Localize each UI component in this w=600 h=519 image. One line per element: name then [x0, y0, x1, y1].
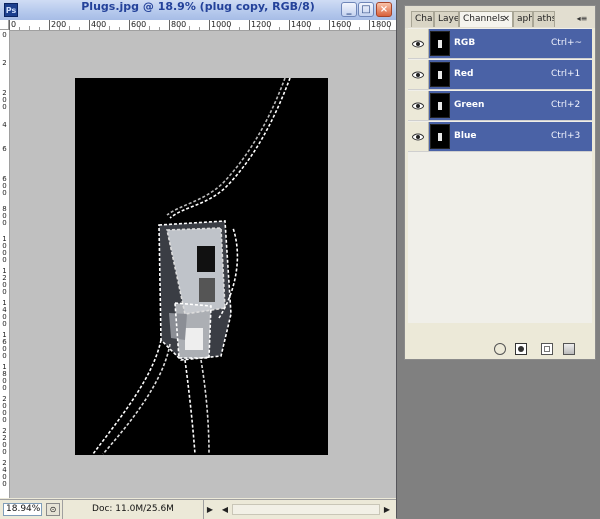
ruler-left-label: 200 [2, 89, 7, 111]
channel-row-green[interactable]: Green Ctrl+2 [408, 91, 592, 121]
plug-artwork [159, 221, 231, 360]
ruler-left-label: 800 [2, 205, 7, 227]
visibility-eye-icon[interactable] [408, 91, 429, 120]
ruler-top-label: 1200 [251, 20, 272, 29]
channel-row-blue[interactable]: Blue Ctrl+3 [408, 122, 592, 152]
visibility-eye-icon[interactable] [408, 122, 429, 151]
ruler-left-label: 1200 [2, 267, 7, 296]
ruler-left-label: 2 [2, 59, 7, 67]
channel-name: Green [454, 100, 485, 110]
channels-panel: Char Laye Channels × aph aths ◂≡ RGB Ctr… [404, 5, 596, 360]
tab-channels[interactable]: Channels × [459, 11, 513, 27]
zoom-level-field[interactable]: 18.94% [3, 503, 42, 516]
ruler-top-label: 1400 [291, 20, 312, 29]
document-image[interactable] [75, 77, 328, 455]
ruler-left-label: 2200 [2, 427, 7, 456]
status-bar: 18.94% ⊙ Doc: 11.0M/25.6M ▶ ◀ ▶ [0, 499, 396, 519]
ruler-top-label: 0 [11, 20, 17, 29]
panel-menu-icon[interactable]: ◂≡ [571, 11, 593, 26]
save-selection-icon[interactable] [515, 343, 527, 355]
tab-layers[interactable]: Laye [434, 11, 459, 27]
horizontal-scrollbar[interactable] [232, 504, 380, 515]
title-bar[interactable]: Ps Plugs.jpg @ 18.9% (plug copy, RGB/8) … [0, 0, 396, 21]
channel-row-rgb[interactable]: RGB Ctrl+~ [408, 29, 592, 59]
status-options-button[interactable]: ⊙ [46, 503, 60, 516]
ruler-left-label: 1800 [2, 363, 7, 392]
panel-footer [405, 340, 595, 359]
ruler-origin[interactable] [0, 20, 9, 30]
tab-close-icon[interactable]: × [502, 12, 510, 27]
ruler-left-label: 600 [2, 175, 7, 197]
maximize-button[interactable]: □ [358, 2, 374, 17]
channel-shortcut: Ctrl+2 [551, 100, 581, 110]
ruler-left-label: 2000 [2, 395, 7, 424]
tab-character[interactable]: Char [411, 11, 434, 27]
new-channel-icon[interactable] [541, 343, 553, 355]
ruler-left-label: 6 [2, 145, 7, 153]
ruler-top-label: 1000 [211, 20, 232, 29]
load-selection-icon[interactable] [494, 343, 506, 355]
channel-row-red[interactable]: Red Ctrl+1 [408, 60, 592, 90]
tab-channels-label: Channels [463, 14, 505, 24]
channel-thumbnail [430, 31, 450, 56]
ruler-top-label: 600 [131, 20, 147, 29]
horizontal-ruler[interactable]: 0 200 400 600 800 1000 1200 1400 1600 18… [9, 20, 396, 31]
ruler-left-label: 2400 [2, 459, 7, 488]
image-canvas[interactable] [75, 77, 328, 455]
channel-thumbnail [430, 93, 450, 118]
ruler-left-label: 4 [2, 121, 7, 129]
channel-shortcut: Ctrl+3 [551, 131, 581, 141]
channel-name: Blue [454, 131, 477, 141]
channel-thumbnail [430, 124, 450, 149]
document-size-info[interactable]: Doc: 11.0M/25.6M [62, 500, 204, 519]
canvas-area[interactable] [10, 31, 396, 498]
ruler-top-label: 1800 [371, 20, 392, 29]
ruler-left-label: 1000 [2, 235, 7, 264]
scroll-left-icon[interactable]: ◀ [219, 503, 231, 516]
vertical-ruler[interactable]: 0 2 200 4 6 600 800 1000 1200 1400 1600 … [0, 30, 10, 498]
channel-shortcut: Ctrl+1 [551, 69, 581, 79]
tab-paths[interactable]: aths [533, 11, 555, 27]
channel-list: RGB Ctrl+~ Red Ctrl+1 Green Ctrl+2 Blue [408, 28, 592, 323]
channel-shortcut: Ctrl+~ [551, 38, 583, 48]
ruler-top-label: 1600 [331, 20, 352, 29]
close-button[interactable]: × [376, 2, 392, 17]
status-menu-arrow-icon[interactable]: ▶ [204, 503, 216, 516]
ruler-left-label: 0 [2, 31, 7, 39]
panel-tab-bar: Char Laye Channels × aph aths ◂≡ [405, 6, 595, 28]
ruler-top-label: 800 [171, 20, 187, 29]
ruler-left-label: 1600 [2, 331, 7, 360]
scroll-right-icon[interactable]: ▶ [381, 503, 393, 516]
trash-icon[interactable] [563, 343, 575, 355]
document-window: Ps Plugs.jpg @ 18.9% (plug copy, RGB/8) … [0, 0, 397, 519]
window-title: Plugs.jpg @ 18.9% (plug copy, RGB/8) [81, 0, 315, 13]
channel-name: RGB [454, 38, 476, 48]
tab-paragraph[interactable]: aph [513, 11, 533, 27]
channel-name: Red [454, 69, 474, 79]
visibility-eye-icon[interactable] [408, 29, 429, 58]
visibility-eye-icon[interactable] [408, 60, 429, 89]
ruler-top-label: 400 [91, 20, 107, 29]
ruler-left-label: 1400 [2, 299, 7, 328]
ruler-top-label: 200 [51, 20, 67, 29]
minimize-button[interactable]: _ [341, 2, 357, 17]
channel-thumbnail [430, 62, 450, 87]
